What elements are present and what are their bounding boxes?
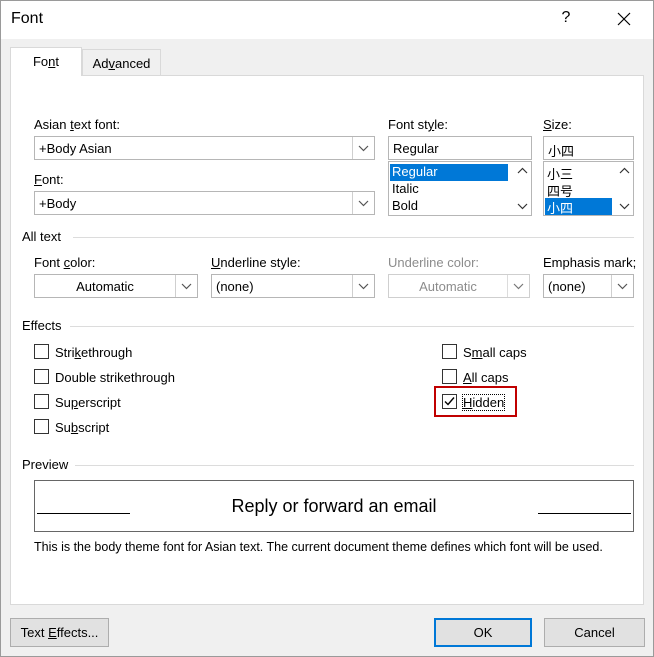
preview-box: Reply or forward an email (34, 480, 634, 532)
ok-button[interactable]: OK (434, 618, 532, 647)
strikethrough-label[interactable]: Strikethrough (55, 345, 132, 360)
size-input-value: 小四 (548, 144, 575, 159)
chevron-down-icon[interactable] (352, 192, 374, 214)
underline-style-value: (none) (216, 279, 254, 294)
font-style-scrollbar[interactable] (514, 162, 531, 215)
emphasis-mark-value: (none) (548, 279, 586, 294)
chevron-down-icon[interactable] (352, 137, 374, 159)
chevron-down-icon[interactable] (514, 198, 531, 215)
strikethrough-checkbox[interactable] (34, 344, 49, 359)
font-style-input[interactable]: Regular (388, 136, 532, 160)
hidden-label[interactable]: Hidden (461, 394, 506, 411)
size-scrollbar[interactable] (616, 162, 633, 215)
chevron-up-icon[interactable] (616, 162, 633, 179)
size-input[interactable]: 小四 (543, 136, 634, 160)
effects-divider (70, 326, 634, 327)
chevron-down-icon[interactable] (616, 198, 633, 215)
size-option[interactable]: 小三 (545, 164, 612, 182)
font-style-option[interactable]: Regular (390, 164, 508, 181)
font-style-list[interactable]: Regular Italic Bold (388, 161, 532, 216)
superscript-checkbox[interactable] (34, 394, 49, 409)
asian-font-combo[interactable]: +Body Asian (34, 136, 375, 160)
double-strikethrough-label[interactable]: Double strikethrough (55, 370, 175, 385)
effects-section-label: Effects (22, 318, 62, 333)
tab-advanced[interactable]: Advanced (82, 49, 161, 76)
double-strikethrough-checkbox[interactable] (34, 369, 49, 384)
close-button[interactable] (609, 7, 639, 33)
size-option[interactable]: 四号 (545, 181, 612, 199)
preview-line-right (538, 513, 631, 514)
font-color-value: Automatic (76, 279, 134, 294)
font-combo[interactable]: +Body (34, 191, 375, 215)
size-option[interactable]: 小四 (545, 198, 612, 215)
subscript-checkbox[interactable] (34, 419, 49, 434)
asian-font-label: Asian text font: (34, 117, 121, 132)
text-effects-button-label: Text Effects... (20, 625, 99, 640)
underline-style-label: Underline style: (211, 255, 301, 270)
font-value: +Body (39, 196, 77, 211)
emphasis-mark-label: Emphasis mark; (543, 255, 637, 270)
underline-color-label: Underline color: (388, 255, 480, 270)
font-color-label: Font color: (34, 255, 96, 270)
superscript-label[interactable]: Superscript (55, 395, 121, 410)
font-dialog: Font ? Font Advanced Asian text font: +B… (0, 0, 654, 657)
subscript-label[interactable]: Subscript (55, 420, 109, 435)
font-style-option[interactable]: Bold (390, 198, 508, 215)
chevron-down-icon (507, 275, 529, 297)
tab-font-label: Font (32, 54, 60, 69)
title-bar: Font ? (1, 1, 653, 39)
font-style-label: Font style: (388, 117, 448, 132)
chevron-down-icon[interactable] (352, 275, 374, 297)
size-list[interactable]: 小三 四号 小四 (543, 161, 634, 216)
chevron-up-icon[interactable] (514, 162, 531, 179)
font-style-option[interactable]: Italic (390, 181, 508, 198)
preview-divider (75, 465, 634, 466)
tab-advanced-label: Advanced (92, 56, 151, 71)
preview-note: This is the body theme font for Asian te… (34, 540, 603, 554)
all-caps-label[interactable]: All caps (463, 370, 509, 385)
small-caps-checkbox[interactable] (442, 344, 457, 359)
checkmark-icon (444, 397, 455, 406)
chevron-down-icon[interactable] (175, 275, 197, 297)
all-caps-checkbox[interactable] (442, 369, 457, 384)
small-caps-label[interactable]: Small caps (463, 345, 527, 360)
all-text-divider (73, 237, 634, 238)
all-text-section-label: All text (22, 229, 62, 244)
font-style-input-value: Regular (393, 141, 439, 156)
size-label: Size: (543, 117, 572, 132)
font-label: Font: (34, 172, 64, 187)
tab-font[interactable]: Font (10, 47, 82, 76)
asian-font-value: +Body Asian (39, 141, 112, 156)
underline-color-value: Automatic (419, 279, 477, 294)
chevron-down-icon[interactable] (611, 275, 633, 297)
close-icon (617, 12, 631, 26)
emphasis-mark-combo[interactable]: (none) (543, 274, 634, 298)
dialog-title: Font (11, 10, 44, 27)
text-effects-button[interactable]: Text Effects... (10, 618, 109, 647)
hidden-checkbox[interactable] (442, 394, 457, 409)
font-color-combo[interactable]: Automatic (34, 274, 198, 298)
underline-style-combo[interactable]: (none) (211, 274, 375, 298)
cancel-button[interactable]: Cancel (544, 618, 645, 647)
help-button[interactable]: ? (556, 9, 576, 31)
underline-color-combo: Automatic (388, 274, 530, 298)
preview-section-label: Preview (22, 457, 69, 472)
